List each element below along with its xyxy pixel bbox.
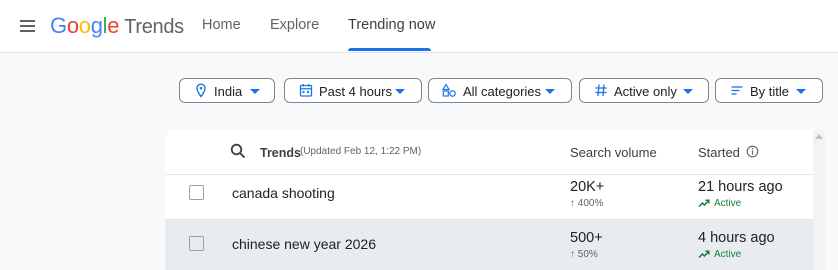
chevron-down-icon [796, 89, 806, 94]
chevron-down-icon [395, 89, 405, 94]
scroll-up-arrow-icon[interactable] [815, 134, 823, 139]
time-range-filter-button[interactable]: Past 4 hours [284, 78, 422, 103]
info-icon[interactable] [746, 145, 759, 158]
nav-tab-home[interactable]: Home [202, 17, 241, 33]
header-divider [165, 174, 813, 175]
started-time: 4 hours ago [698, 230, 775, 246]
status-badge: Active [714, 198, 742, 209]
time-range-filter-label: Past 4 hours [319, 84, 392, 99]
location-filter-button[interactable]: India [179, 78, 275, 103]
category-filter-button[interactable]: All categories [428, 78, 572, 103]
product-name: Trends [124, 16, 184, 38]
logo-letter: o [66, 13, 79, 38]
nav-tab-explore[interactable]: Explore [270, 17, 319, 33]
location-pin-icon [196, 83, 206, 98]
sort-icon [731, 86, 743, 95]
search-icon[interactable] [230, 143, 246, 159]
volume-growth: ↑ 50% [570, 249, 598, 260]
logo-letter: g [90, 13, 103, 38]
updated-timestamp: (Updated Feb 12, 1:22 PM) [300, 146, 422, 157]
sort-label: By title [750, 84, 790, 99]
top-app-bar: Google Trends Home Explore Trending now [0, 0, 838, 53]
status-filter-button[interactable]: Active only [579, 78, 709, 103]
trend-title[interactable]: chinese new year 2026 [232, 236, 376, 252]
chevron-down-icon [250, 89, 260, 94]
nav-tab-trending-now[interactable]: Trending now [348, 17, 435, 33]
hamburger-menu-icon[interactable] [18, 17, 40, 35]
logo-letter: e [107, 13, 120, 38]
google-trends-logo[interactable]: Google Trends [50, 13, 184, 40]
volume-growth: ↑ 400% [570, 198, 604, 209]
row-checkbox[interactable] [189, 236, 204, 251]
status-filter-label: Active only [614, 84, 677, 99]
sort-button[interactable]: By title [715, 78, 823, 103]
search-volume-value: 20K+ [570, 179, 605, 195]
search-volume-value: 500+ [570, 230, 603, 246]
started-time: 21 hours ago [698, 179, 783, 195]
hashtag-icon [595, 84, 607, 97]
category-filter-label: All categories [463, 84, 542, 99]
logo-letter: G [50, 13, 67, 38]
table-scrollbar[interactable] [813, 130, 825, 270]
categories-icon [442, 83, 456, 97]
status-badge: Active [714, 249, 742, 260]
calendar-icon [299, 84, 313, 97]
google-logo-letters: Google [50, 13, 119, 38]
trending-up-icon [698, 199, 710, 208]
row-checkbox[interactable] [189, 185, 204, 200]
trending-up-icon [698, 250, 710, 259]
chevron-down-icon [545, 89, 555, 94]
trend-title[interactable]: canada shooting [232, 185, 335, 201]
location-filter-label: India [214, 84, 243, 99]
chevron-down-icon [683, 89, 693, 94]
search-volume-column-header[interactable]: Search volume [570, 145, 657, 160]
active-tab-indicator [348, 48, 431, 51]
logo-letter: o [78, 13, 91, 38]
trends-column-header: Trends [260, 146, 301, 160]
started-column-header[interactable]: Started [698, 145, 740, 160]
